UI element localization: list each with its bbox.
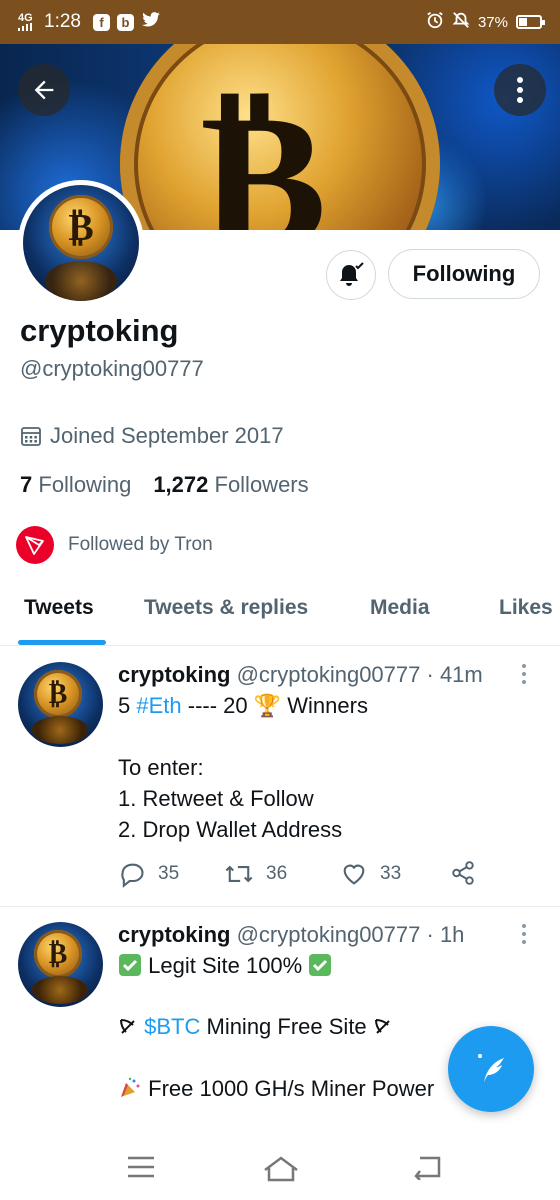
reply-icon (121, 863, 144, 888)
tweet-avatar[interactable]: ₿ (18, 922, 103, 1007)
battery-percent: 37% (477, 13, 508, 31)
facebook-notification-icon: f (92, 13, 110, 31)
twitter-notification-icon (141, 11, 161, 33)
battery-icon (516, 15, 545, 29)
joined-date: Joined September 2017 (20, 423, 284, 449)
profile-tabs: Tweets Tweets & replies Media Likes (0, 580, 560, 646)
system-navigation-bar (0, 1134, 560, 1200)
following-button[interactable]: Following (388, 249, 540, 299)
tweet-text-line: $BTC Mining Free Site (118, 1014, 393, 1040)
tweet-time: 41m (439, 662, 483, 687)
pickaxe-emoji-icon (374, 1019, 390, 1034)
tweet-text-line: Free 1000 GH/s Miner Power (118, 1076, 434, 1102)
followed-by[interactable]: Followed by Tron (16, 526, 213, 564)
hashtag-link[interactable]: #Eth (136, 693, 181, 718)
share-button[interactable] (450, 860, 476, 886)
tweet-actions: 35 36 33 (118, 860, 538, 890)
network-indicator: 4G (18, 13, 36, 31)
tweet-text-line: 2. Drop Wallet Address (118, 817, 343, 842)
following-link[interactable]: 7 Following (20, 472, 131, 497)
tweet-author-name: cryptoking (118, 922, 231, 947)
share-icon (452, 861, 474, 885)
tweet-author-name: cryptoking (118, 662, 231, 687)
compose-tweet-button[interactable] (448, 1026, 534, 1112)
active-tab-indicator (18, 640, 106, 645)
retweet-button[interactable]: 36 (224, 860, 287, 888)
back-icon[interactable] (412, 1154, 442, 1180)
network-type: 4G (18, 12, 33, 24)
tweet-author-handle: @cryptoking00777 (236, 922, 421, 947)
alarm-icon (426, 11, 444, 33)
profile-name: cryptoking (20, 313, 179, 348)
tweet-more-icon[interactable] (522, 924, 526, 944)
tweet-time: 1h (439, 922, 465, 947)
cashtag-link[interactable]: $BTC (144, 1014, 200, 1039)
more-vertical-icon (517, 77, 523, 103)
tweet-divider (0, 906, 560, 907)
followers-link[interactable]: 1,272 Followers (153, 472, 308, 497)
mute-icon (452, 11, 470, 33)
tweet-header: cryptoking @cryptoking00777 · 41m (118, 662, 483, 687)
tweet-text-line: Legit Site 100% (118, 953, 332, 979)
calendar-icon (21, 427, 41, 446)
tweet-text-line: 1. Retweet & Follow (118, 786, 314, 811)
menu-icon[interactable] (126, 1154, 156, 1180)
tab-tweets-replies[interactable]: Tweets & replies (144, 596, 308, 620)
tab-likes[interactable]: Likes (499, 596, 553, 620)
heart-icon (343, 864, 365, 885)
tweet-avatar[interactable]: ₿ (18, 662, 103, 747)
profile-avatar[interactable]: ₿ (18, 180, 144, 306)
tweet-author-handle: @cryptoking00777 (236, 662, 421, 687)
back-button[interactable] (18, 64, 70, 116)
bell-subscribed-icon (340, 262, 364, 286)
follow-counts: 7 Following 1,272 Followers (20, 472, 309, 498)
tweet-more-icon[interactable] (522, 664, 526, 684)
followed-by-text: Followed by Tron (68, 534, 213, 555)
arrow-left-icon (34, 80, 54, 100)
clock: 1:28 (44, 11, 81, 32)
like-button[interactable]: 33 (340, 860, 401, 888)
compose-tweet-icon (478, 1054, 504, 1082)
pickaxe-emoji-icon (120, 1019, 135, 1034)
reply-button[interactable]: 35 (118, 860, 179, 888)
party-popper-emoji-icon (121, 1077, 140, 1097)
trophy-emoji: 🏆 (253, 693, 282, 718)
shopping-notification-icon: b (116, 13, 134, 31)
profile-handle: @cryptoking00777 (20, 356, 204, 381)
check-mark-emoji-icon (119, 954, 141, 976)
joined-text: Joined September 2017 (50, 423, 284, 448)
bitcoin-banner-image: ₿ (120, 44, 440, 230)
tab-tweets[interactable]: Tweets (24, 596, 94, 620)
check-mark-emoji-icon (309, 954, 332, 976)
status-bar: 4G 1:28 f b 37% (0, 0, 560, 44)
tron-logo-icon (16, 526, 54, 564)
retweet-icon (225, 865, 253, 883)
tweet-text-line: To enter: (118, 755, 204, 780)
tweet-header: cryptoking @cryptoking00777 · 1h (118, 922, 465, 947)
tab-media[interactable]: Media (370, 596, 430, 620)
tweet-text-line: 5 #Eth ---- 20 🏆 Winners (118, 693, 368, 718)
more-options-button[interactable] (494, 64, 546, 116)
notifications-bell-button[interactable] (326, 250, 376, 300)
home-icon[interactable] (262, 1154, 300, 1182)
